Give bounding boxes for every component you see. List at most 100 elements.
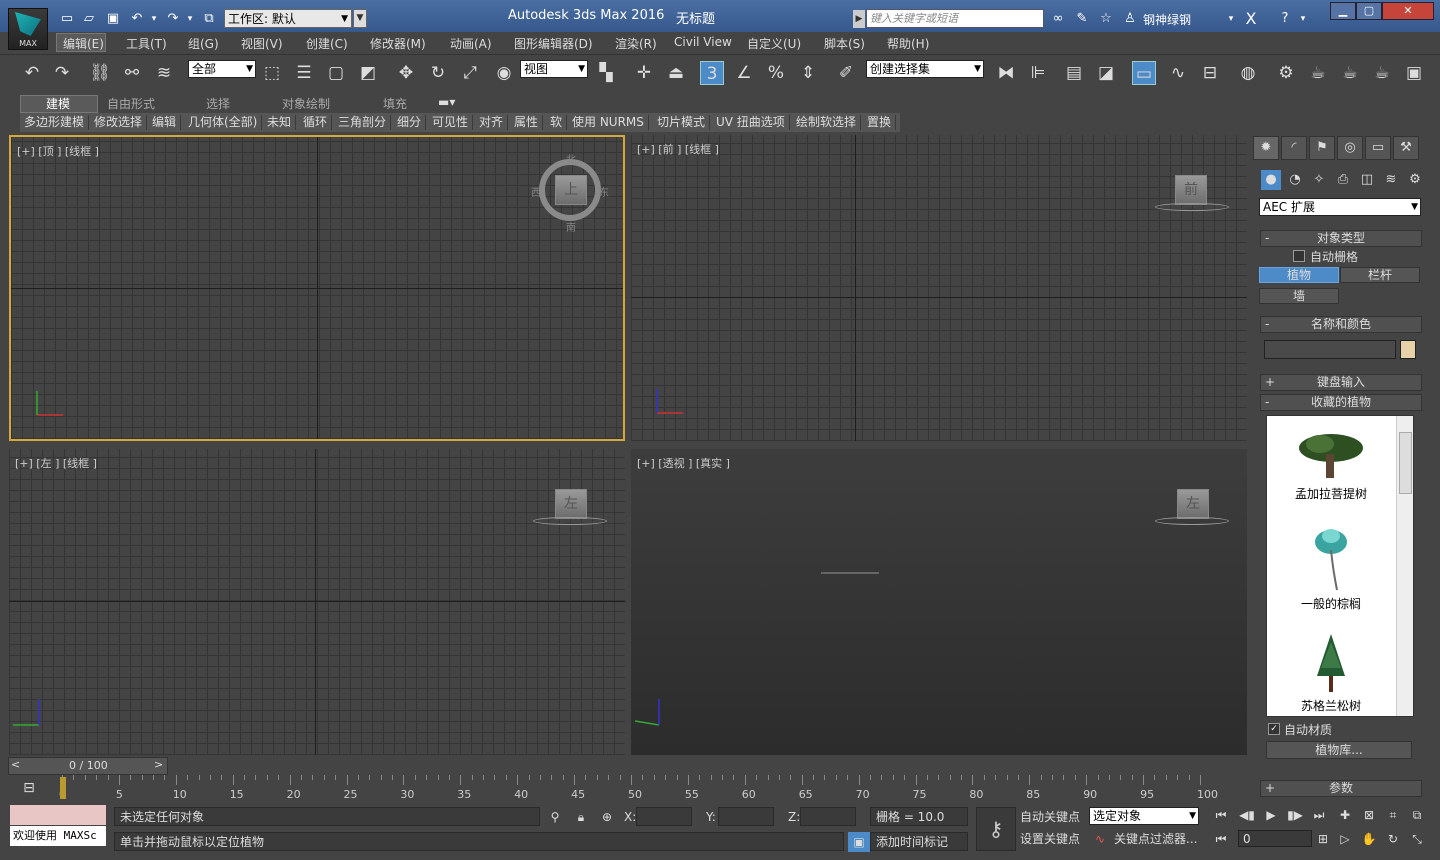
ribbon-cmd-use-nurms[interactable]: 使用 NURMS — [568, 115, 649, 130]
undo-icon[interactable]: ↶ — [20, 61, 44, 85]
ribbon-cmd-loops[interactable]: 循环 — [299, 115, 333, 130]
motion-tab-icon[interactable]: ◎ — [1337, 136, 1363, 160]
y-coord-field[interactable] — [718, 807, 774, 826]
time-slider[interactable]: < 0 / 100 > — [8, 757, 168, 775]
zoom-all-icon[interactable]: ⊠ — [1358, 805, 1380, 825]
schematic-view-icon[interactable]: ⊟ — [1198, 61, 1222, 85]
add-time-tag-button[interactable]: 添加时间标记 — [870, 832, 968, 851]
helpers-icon[interactable]: ◫ — [1357, 170, 1377, 190]
unlink-icon[interactable]: ⚯ — [120, 61, 144, 85]
ribbon-tab-freeform[interactable]: 自由形式 — [107, 95, 155, 112]
new-file-icon[interactable]: ▭ — [58, 10, 76, 28]
layer-manager-icon[interactable]: ▤ — [1062, 61, 1086, 85]
favorite-plants-list[interactable]: 孟加拉菩提树 一般的棕榈 苏格兰松树 — [1266, 415, 1414, 717]
menu-rendering[interactable]: 渲染(R) — [615, 35, 657, 52]
auto-material-checkbox[interactable]: ✓ — [1268, 723, 1280, 735]
plant-library-button[interactable]: 植物库... — [1266, 741, 1412, 759]
time-config-icon[interactable]: ⊞ — [1312, 829, 1334, 849]
ribbon-cmd-align[interactable]: 对齐 — [475, 115, 509, 130]
menu-animation[interactable]: 动画(A) — [450, 35, 492, 52]
viewport-front-label[interactable]: [+] [前 ] [线框 ] — [637, 141, 719, 157]
percent-snap-icon[interactable]: % — [764, 61, 788, 85]
current-frame-field[interactable]: 0 — [1238, 830, 1312, 847]
redo-icon[interactable]: ↷ — [50, 61, 74, 85]
angle-snap-icon[interactable]: ∠ — [732, 61, 756, 85]
menu-graph-editors[interactable]: 图形编辑器(D) — [514, 35, 593, 52]
geometry-icon[interactable]: ● — [1261, 170, 1281, 190]
plants-scrollbar[interactable] — [1396, 416, 1413, 716]
display-tab-icon[interactable]: ▭ — [1365, 136, 1391, 160]
spinner-snap-icon[interactable]: ⇕ — [796, 61, 820, 85]
ribbon-cmd-polygon-modeling[interactable]: 多边形建模 — [20, 115, 90, 130]
key-mode-icon[interactable]: ⏮ — [1210, 829, 1232, 849]
maximize-viewport-icon[interactable]: ⤡ — [1406, 829, 1428, 849]
search-expand-icon[interactable]: ▶ — [853, 10, 865, 28]
wall-button[interactable]: 墙 — [1259, 288, 1339, 304]
ribbon-tab-populate[interactable]: 填充 — [383, 95, 407, 112]
time-tag-icon[interactable]: ▣ — [848, 832, 870, 852]
plant-item[interactable]: 苏格兰松树 — [1267, 632, 1395, 714]
ribbon-toggle-icon[interactable]: ▭ — [1132, 61, 1156, 85]
zoom-icon[interactable]: ✚ — [1334, 805, 1356, 825]
place-icon[interactable]: ◉ — [492, 61, 516, 85]
edit-named-selection-icon[interactable]: ✐ — [834, 61, 858, 85]
ribbon-cmd-displace[interactable]: 置换 — [863, 115, 897, 130]
app-menu-button[interactable]: MAX — [8, 8, 48, 50]
help-icon[interactable]: ? — [1276, 10, 1294, 28]
search-input[interactable]: 键入关键字或短语 — [866, 9, 1044, 28]
menu-modifiers[interactable]: 修改器(M) — [370, 35, 426, 52]
menu-views[interactable]: 视图(V) — [241, 35, 283, 52]
foliage-button[interactable]: 植物 — [1259, 267, 1339, 283]
key-selection-dropdown[interactable]: 选定对象 ▼ — [1089, 807, 1199, 825]
viewcube[interactable]: 左 — [1177, 489, 1209, 519]
maxscript-listener-top[interactable] — [10, 805, 106, 825]
zoom-extents-all-icon[interactable]: ⧉ — [1406, 805, 1428, 825]
next-frame-icon[interactable]: ▮▶ — [1284, 805, 1306, 825]
ribbon-cmd-uv-warp[interactable]: UV 扭曲选项 — [712, 115, 790, 130]
shapes-icon[interactable]: ◔ — [1285, 170, 1305, 190]
object-color-swatch[interactable] — [1400, 340, 1416, 359]
plant-item[interactable]: 孟加拉菩提树 — [1267, 426, 1395, 502]
render-online-icon[interactable]: ▣ — [1402, 61, 1426, 85]
time-slider-next-icon[interactable]: > — [154, 758, 163, 771]
render-production-icon[interactable]: ☕ — [1338, 61, 1362, 85]
user-dropdown-icon[interactable]: ▾ — [1222, 10, 1240, 28]
align-icon[interactable]: ⊫ — [1026, 61, 1050, 85]
go-to-end-icon[interactable]: ⏭ — [1308, 805, 1330, 825]
rollout-favorite-plants[interactable]: - 收藏的植物 — [1260, 394, 1422, 411]
viewcube[interactable]: 左 — [555, 489, 587, 519]
maximize-button[interactable]: ▢ — [1356, 2, 1382, 20]
hierarchy-tab-icon[interactable]: ⚑ — [1309, 136, 1335, 160]
modify-tab-icon[interactable]: ◜ — [1281, 136, 1307, 160]
render-setup-icon[interactable]: ⚙ — [1274, 61, 1298, 85]
plants-scroll-thumb[interactable] — [1399, 432, 1412, 494]
rect-selection-icon[interactable]: ▢ — [324, 61, 348, 85]
ribbon-tab-selection[interactable]: 选择 — [206, 95, 230, 112]
systems-icon[interactable]: ⚙ — [1405, 170, 1425, 190]
mirror-icon[interactable]: ⧓ — [994, 61, 1018, 85]
menu-scripting[interactable]: 脚本(S) — [824, 35, 865, 52]
snaps-toggle-button[interactable]: 3 — [700, 61, 724, 85]
help-dropdown-icon[interactable]: ▾ — [1294, 10, 1312, 28]
workspace-options-button[interactable]: ▼ — [353, 9, 367, 28]
ribbon-cmd-subdivision[interactable]: 细分 — [393, 115, 427, 130]
default-tangent-icon[interactable]: ∿ — [1089, 829, 1111, 849]
railing-button[interactable]: 栏杆 — [1340, 267, 1420, 283]
project-folder-icon[interactable]: ⧉ — [200, 10, 218, 28]
redo-dropdown-icon[interactable]: ▾ — [181, 10, 199, 28]
selection-filter-dropdown[interactable]: 全部 ▼ — [188, 60, 256, 78]
reference-coordinate-dropdown[interactable]: 视图 ▼ — [520, 60, 588, 78]
link-icon[interactable]: ⛓ — [88, 61, 112, 85]
menu-group[interactable]: 组(G) — [188, 35, 219, 52]
viewport-left-label[interactable]: [+] [左 ] [线框 ] — [15, 455, 97, 471]
communication-icon[interactable]: ✎ — [1073, 10, 1091, 28]
close-button[interactable]: ✕ — [1382, 2, 1434, 20]
lights-icon[interactable]: ✧ — [1309, 170, 1329, 190]
track-bar[interactable]: 0510152025303540455055606570758085909510… — [58, 775, 1218, 802]
ribbon-cmd-visibility[interactable]: 可见性 — [428, 115, 474, 130]
viewport-perspective-label[interactable]: [+] [透视 ] [真实 ] — [637, 455, 730, 471]
pivot-center-icon[interactable]: ▚ — [594, 61, 618, 85]
scale-icon[interactable]: ⤢ — [458, 61, 482, 85]
object-name-input[interactable] — [1264, 340, 1396, 359]
space-warps-icon[interactable]: ≋ — [1381, 170, 1401, 190]
